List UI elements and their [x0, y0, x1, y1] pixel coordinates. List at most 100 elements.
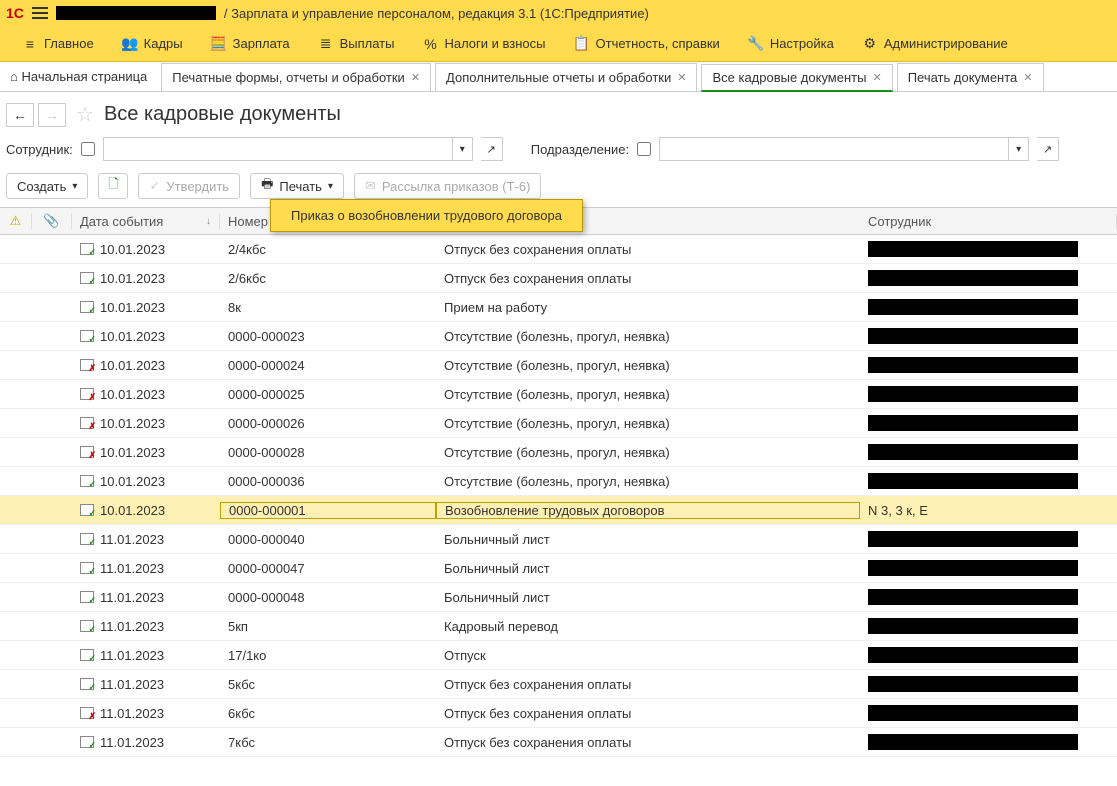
gear-icon: ⚙	[862, 36, 878, 52]
tab-print-forms[interactable]: Печатные формы, отчеты и обработки ✕	[161, 63, 431, 91]
page-title: Все кадровые документы	[104, 103, 341, 126]
table-row[interactable]: 10.01.20230000-000023Отсутствие (болезнь…	[0, 322, 1117, 351]
menu-reports-label: Отчетность, справки	[596, 36, 720, 51]
close-icon[interactable]: ✕	[411, 71, 420, 84]
nav-back-button[interactable]: ←	[6, 103, 34, 127]
col-date-label: Дата события	[80, 214, 163, 229]
titlebar: 1C / Зарплата и управление персоналом, р…	[0, 0, 1117, 26]
hamburger-icon[interactable]	[32, 7, 48, 19]
employee-filter-checkbox[interactable]	[81, 142, 95, 156]
col-attachment[interactable]: 📎	[32, 213, 72, 229]
table-row[interactable]: 10.01.20230000-000026Отсутствие (болезнь…	[0, 409, 1117, 438]
chevron-down-icon: ▾	[328, 181, 333, 192]
employee-value: N 3, 3 к, Е	[868, 503, 928, 518]
menu-payments[interactable]: ≣Выплаты	[304, 26, 409, 61]
employee-filter-field[interactable]: ▾	[103, 137, 473, 161]
percent-icon: %	[422, 36, 438, 52]
tab-label: Все кадровые документы	[712, 70, 866, 85]
cell-type: Прием на работу	[436, 300, 860, 315]
table-row[interactable]: 10.01.20230000-000036Отсутствие (болезнь…	[0, 467, 1117, 496]
table-body: 10.01.20232/4кбсОтпуск без сохранения оп…	[0, 235, 1117, 757]
close-icon[interactable]: ✕	[677, 71, 686, 84]
cell-employee	[860, 647, 1117, 663]
department-filter-field[interactable]: ▾	[659, 137, 1029, 161]
tab-all-hr-docs[interactable]: Все кадровые документы ✕	[701, 64, 892, 92]
close-icon[interactable]: ✕	[1023, 71, 1032, 84]
cell-employee	[860, 444, 1117, 460]
employee-filter-input[interactable]	[104, 138, 452, 160]
cell-employee	[860, 299, 1117, 315]
tab-additional-reports[interactable]: Дополнительные отчеты и обработки ✕	[435, 63, 697, 91]
table-row[interactable]: 11.01.20230000-000047Больничный лист	[0, 554, 1117, 583]
main-menu: ≡Главное 👥Кадры 🧮Зарплата ≣Выплаты %Нало…	[0, 26, 1117, 62]
table-row[interactable]: 11.01.20235кпКадровый перевод	[0, 612, 1117, 641]
print-dropdown-menu[interactable]: Приказ о возобновлении трудового договор…	[270, 199, 583, 232]
print-button[interactable]: 🖶 Печать ▾	[250, 173, 344, 199]
department-open-button[interactable]: ↗	[1037, 137, 1059, 161]
table-row[interactable]: 11.01.20230000-000048Больничный лист	[0, 583, 1117, 612]
menu-salary[interactable]: 🧮Зарплата	[197, 26, 304, 61]
employee-filter-label: Сотрудник:	[6, 142, 73, 157]
menu-personnel[interactable]: 👥Кадры	[108, 26, 197, 61]
table-row[interactable]: 10.01.20230000-000001Возобновление трудо…	[0, 496, 1117, 525]
create-button[interactable]: Создать ▾	[6, 173, 88, 199]
tab-label: Печатные формы, отчеты и обработки	[172, 70, 405, 85]
close-icon[interactable]: ✕	[872, 71, 881, 84]
tab-label: Печать документа	[908, 70, 1018, 85]
cell-date: 10.01.2023	[72, 358, 220, 373]
wrench-icon: 🔧	[748, 36, 764, 52]
employee-redacted	[868, 734, 1078, 750]
cell-number: 0000-000025	[220, 387, 436, 402]
document-ok-icon	[80, 620, 94, 632]
cell-type: Отпуск	[436, 648, 860, 663]
cell-number: 0000-000026	[220, 416, 436, 431]
cell-date: 10.01.2023	[72, 242, 220, 257]
cell-date: 11.01.2023	[72, 648, 220, 663]
col-number-label: Номер	[228, 214, 268, 229]
col-date[interactable]: Дата события ↓	[72, 214, 220, 229]
document-error-icon	[80, 707, 94, 719]
dropdown-icon[interactable]: ▾	[452, 138, 472, 160]
approve-button[interactable]: ✓ Утвердить	[138, 173, 240, 199]
department-filter-input[interactable]	[660, 138, 1008, 160]
table-row[interactable]: 10.01.20232/6кбсОтпуск без сохранения оп…	[0, 264, 1117, 293]
employee-redacted	[868, 560, 1078, 576]
table-row[interactable]: 10.01.20238кПрием на работу	[0, 293, 1117, 322]
cell-number: 0000-000023	[220, 329, 436, 344]
cell-employee	[860, 734, 1117, 750]
tab-print-document[interactable]: Печать документа ✕	[897, 63, 1044, 91]
menu-taxes[interactable]: %Налоги и взносы	[408, 26, 559, 61]
date-value: 10.01.2023	[100, 503, 165, 518]
col-employee[interactable]: Сотрудник	[860, 214, 1117, 229]
sort-asc-icon: ↓	[206, 216, 211, 227]
print-menu-item-resume-order[interactable]: Приказ о возобновлении трудового договор…	[291, 208, 562, 223]
table-row[interactable]: 11.01.202317/1коОтпуск	[0, 641, 1117, 670]
table-row[interactable]: 10.01.20230000-000025Отсутствие (болезнь…	[0, 380, 1117, 409]
favorite-star-icon[interactable]: ☆	[76, 102, 94, 127]
mailing-button[interactable]: ✉ Рассылка приказов (Т-6)	[354, 173, 541, 199]
table-row[interactable]: 11.01.20235кбсОтпуск без сохранения опла…	[0, 670, 1117, 699]
tab-strip: ⌂ Начальная страница Печатные формы, отч…	[0, 62, 1117, 92]
refresh-button[interactable]: 🗋	[98, 173, 128, 199]
home-tab[interactable]: ⌂ Начальная страница	[0, 62, 157, 91]
employee-open-button[interactable]: ↗	[481, 137, 503, 161]
table-row[interactable]: 10.01.20230000-000024Отсутствие (болезнь…	[0, 351, 1117, 380]
department-filter-checkbox[interactable]	[637, 142, 651, 156]
table-row[interactable]: 10.01.20232/4кбсОтпуск без сохранения оп…	[0, 235, 1117, 264]
menu-admin[interactable]: ⚙Администрирование	[848, 26, 1022, 61]
table-row[interactable]: 11.01.20230000-000040Больничный лист	[0, 525, 1117, 554]
printer-icon: 🖶	[261, 175, 273, 197]
cell-type: Больничный лист	[436, 590, 860, 605]
dropdown-icon[interactable]: ▾	[1008, 138, 1028, 160]
table-row[interactable]: 11.01.20236кбсОтпуск без сохранения опла…	[0, 699, 1117, 728]
tab-label: Дополнительные отчеты и обработки	[446, 70, 671, 85]
table-row[interactable]: 10.01.20230000-000028Отсутствие (болезнь…	[0, 438, 1117, 467]
menu-settings[interactable]: 🔧Настройка	[734, 26, 848, 61]
employee-redacted	[868, 241, 1078, 257]
table-row[interactable]: 11.01.20237кбсОтпуск без сохранения опла…	[0, 728, 1117, 757]
menu-main[interactable]: ≡Главное	[8, 26, 108, 61]
nav-forward-button[interactable]: →	[38, 103, 66, 127]
col-flag[interactable]: ⚠	[0, 213, 32, 229]
menu-reports[interactable]: 📋Отчетность, справки	[560, 26, 734, 61]
date-value: 10.01.2023	[100, 300, 165, 315]
